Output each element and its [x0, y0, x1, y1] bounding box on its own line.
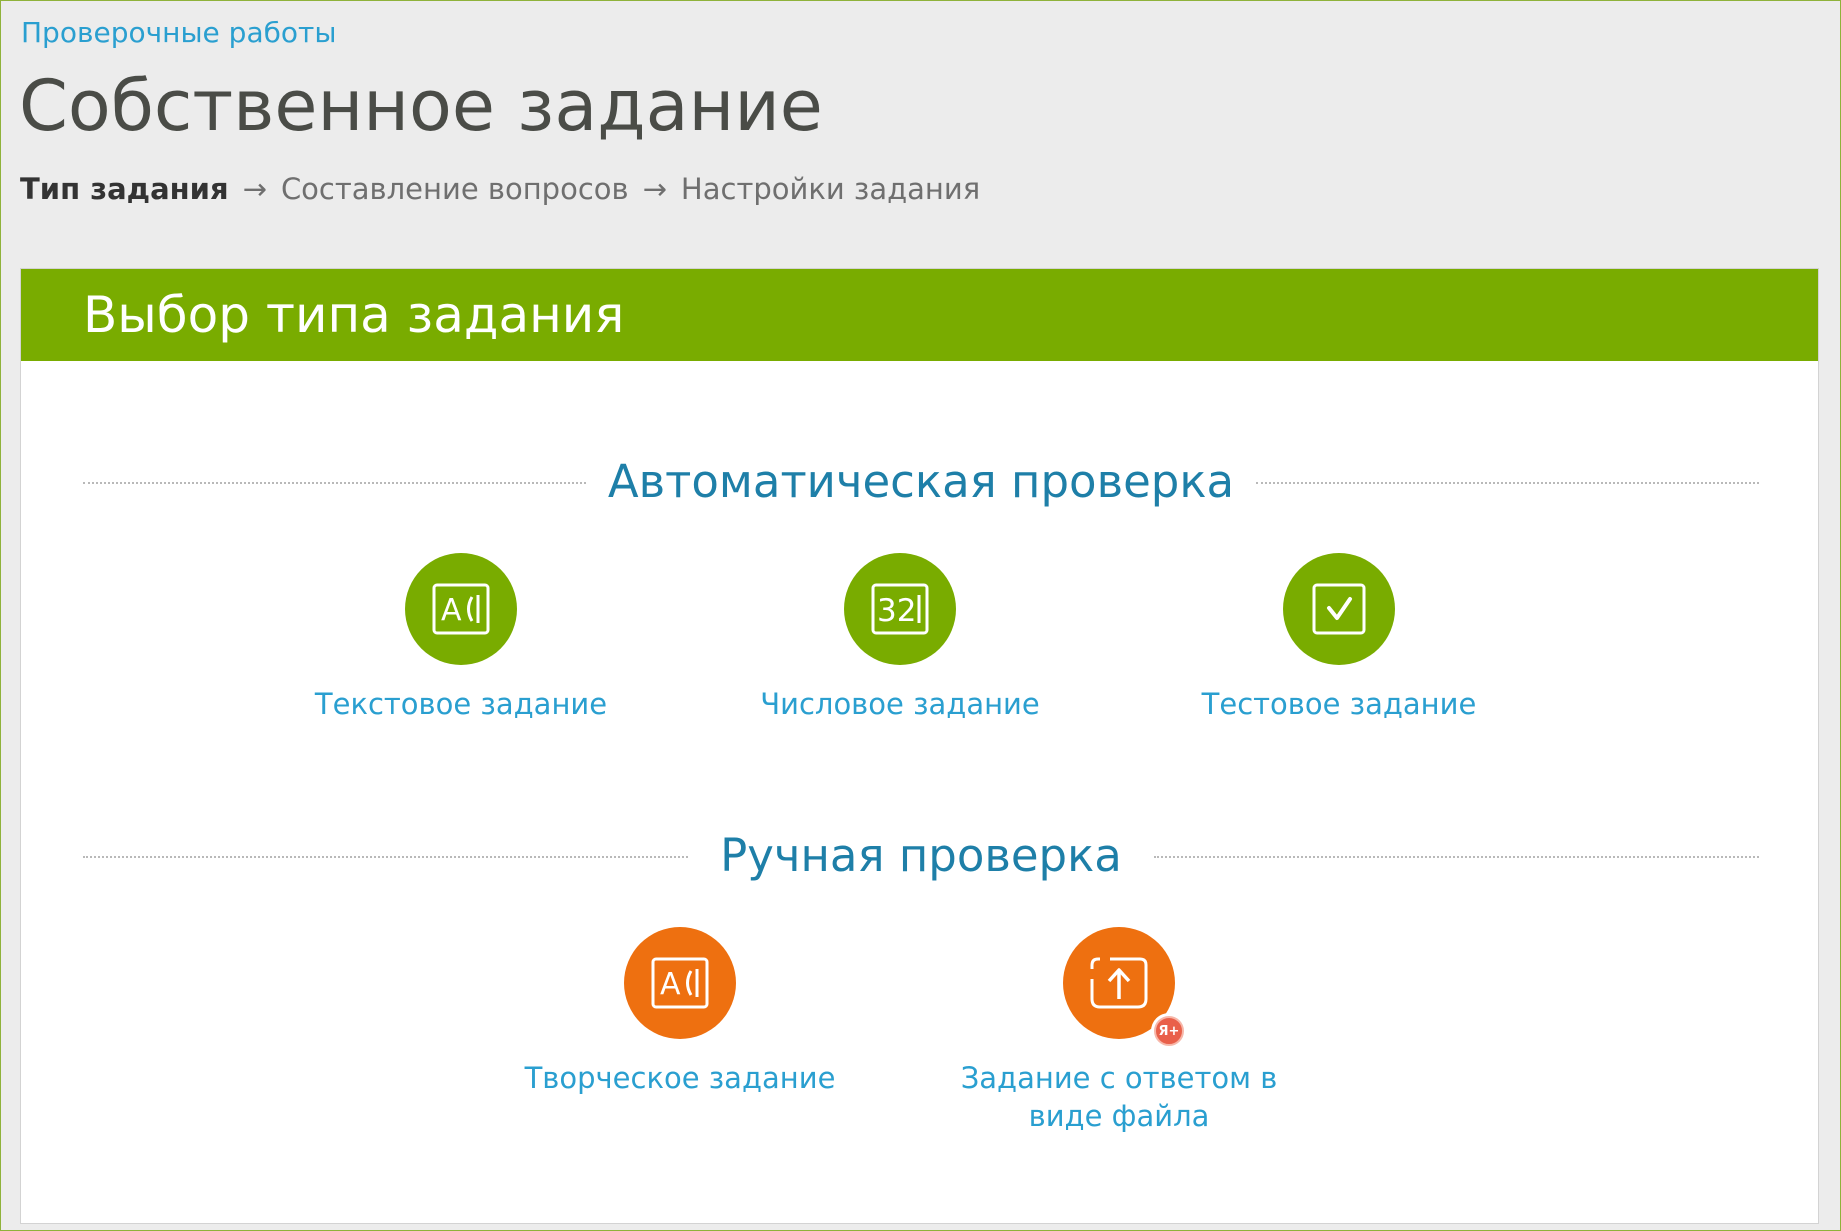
task-type-text[interactable]: A Текстовое задание — [271, 553, 651, 723]
task-type-text-label[interactable]: Текстовое задание — [271, 685, 651, 723]
svg-text:32: 32 — [877, 593, 916, 629]
task-type-creative-label[interactable]: Творческое задание — [490, 1059, 870, 1097]
task-type-number-label[interactable]: Числовое задание — [710, 685, 1090, 723]
upload-icon — [1090, 957, 1148, 1009]
wizard-steps: Тип задания → Составление вопросов → Нас… — [20, 172, 980, 206]
text-input-icon: A — [432, 583, 490, 635]
task-type-number-button[interactable]: 32 — [844, 553, 956, 665]
step-arrow: → — [242, 172, 267, 206]
svg-text:A: A — [441, 593, 462, 628]
section-manual-heading: Ручная проверка — [83, 826, 1759, 886]
task-type-file-answer-label[interactable]: Задание с ответом в виде файла — [929, 1059, 1309, 1135]
task-type-test[interactable]: Тестовое задание — [1149, 553, 1529, 723]
task-type-test-label[interactable]: Тестовое задание — [1149, 685, 1529, 723]
step-settings: Настройки задания — [680, 172, 981, 206]
task-type-text-button[interactable]: A — [405, 553, 517, 665]
back-link[interactable]: Проверочные работы — [21, 16, 336, 49]
task-type-file-answer[interactable]: Я+ Задание с ответом в виде файла — [929, 927, 1309, 1135]
step-task-type: Тип задания — [20, 172, 229, 206]
task-type-number[interactable]: 32 Числовое задание — [710, 553, 1090, 723]
svg-text:A: A — [660, 967, 681, 1002]
task-type-panel: Выбор типа задания Автоматическая провер… — [20, 268, 1819, 1224]
text-input-icon: A — [651, 957, 709, 1009]
task-type-test-button[interactable] — [1283, 553, 1395, 665]
checkbox-icon — [1312, 583, 1366, 635]
step-arrow: → — [642, 172, 667, 206]
step-questions: Составление вопросов — [280, 172, 629, 206]
task-type-creative-button[interactable]: A — [624, 927, 736, 1039]
page-title: Собственное задание — [19, 65, 823, 147]
panel-title: Выбор типа задания — [83, 286, 625, 344]
task-type-creative[interactable]: A Творческое задание — [490, 927, 870, 1097]
panel-header: Выбор типа задания — [21, 269, 1818, 361]
number-input-icon: 32 — [871, 583, 929, 635]
divider-line — [1256, 482, 1759, 484]
premium-badge: Я+ — [1151, 1013, 1187, 1049]
divider-line — [1154, 856, 1759, 858]
section-automatic-heading: Автоматическая проверка — [83, 452, 1759, 512]
task-type-file-answer-button[interactable]: Я+ — [1063, 927, 1187, 1049]
premium-badge-text: Я+ — [1154, 1016, 1184, 1046]
